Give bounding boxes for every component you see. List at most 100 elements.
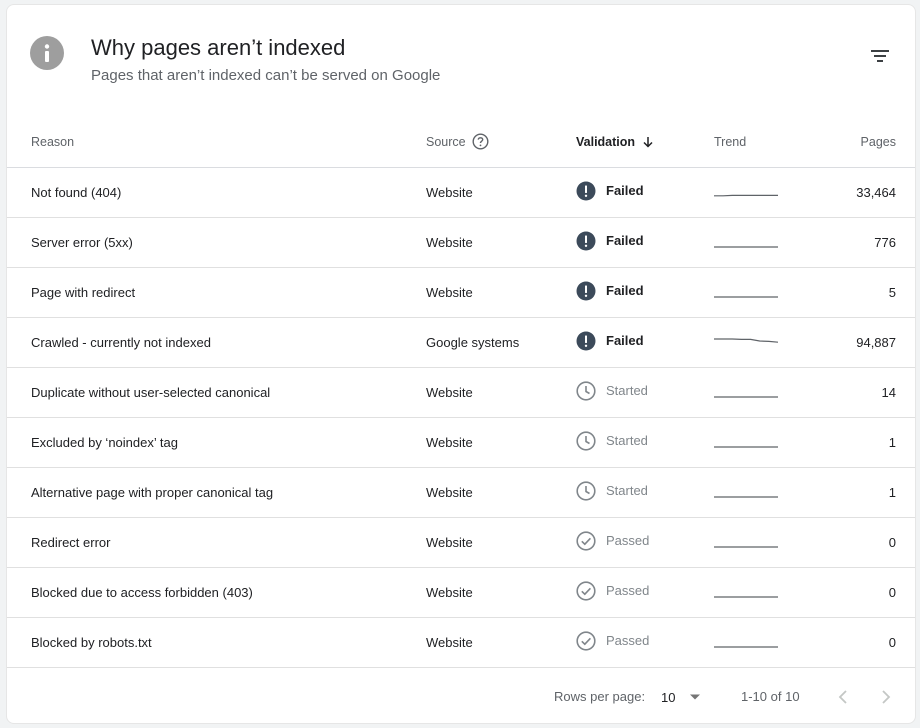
column-header-reason[interactable]: Reason xyxy=(7,117,402,168)
trend-sparkline xyxy=(714,396,778,398)
reason-cell: Crawled - currently not indexed xyxy=(7,317,402,368)
card-title: Why pages aren’t indexed xyxy=(91,35,346,60)
reason-cell: Redirect error xyxy=(7,517,402,568)
source-label: Website xyxy=(426,584,473,600)
reason-label: Server error (5xx) xyxy=(31,234,133,250)
pages-count: 776 xyxy=(874,234,896,250)
validation-status: Started xyxy=(576,380,648,401)
clock-icon xyxy=(576,380,596,401)
validation-status: Passed xyxy=(576,530,649,551)
pages-cell: 5 xyxy=(800,267,915,318)
validation-cell: Started xyxy=(552,467,690,518)
table-row[interactable]: Redirect error Website Passed 0 xyxy=(7,517,915,568)
trend-cell xyxy=(690,317,800,368)
pages-count: 1 xyxy=(888,434,896,450)
table-row[interactable]: Not found (404) Website Failed 33,464 xyxy=(7,167,915,218)
validation-label: Started xyxy=(606,433,648,448)
source-cell: Website xyxy=(402,267,552,318)
chevron-right-icon xyxy=(882,690,891,704)
arrow-down-icon xyxy=(643,136,653,148)
column-header-pages[interactable]: Pages xyxy=(800,117,915,168)
reason-cell: Page with redirect xyxy=(7,267,402,318)
validation-label: Failed xyxy=(606,233,644,248)
help-icon[interactable] xyxy=(472,133,489,150)
table-row[interactable]: Alternative page with proper canonical t… xyxy=(7,467,915,518)
pages-cell: 1 xyxy=(800,467,915,518)
table-header-row: Reason Source Validation Trend Pages xyxy=(7,117,915,168)
table-row[interactable]: Blocked due to access forbidden (403) Web… xyxy=(7,567,915,618)
validation-status: Started xyxy=(576,430,648,451)
source-label: Google systems xyxy=(426,334,520,350)
trend-sparkline xyxy=(714,596,778,598)
dropdown-arrow-icon xyxy=(690,694,701,700)
pages-count: 1 xyxy=(888,484,896,500)
source-cell: Website xyxy=(402,167,552,218)
trend-cell xyxy=(690,367,800,418)
source-label: Website xyxy=(426,634,473,650)
trend-cell xyxy=(690,617,800,668)
table-row[interactable]: Excluded by ‘noindex’ tag Website Started 1 xyxy=(7,417,915,468)
column-header-label: Validation xyxy=(576,134,636,149)
table-row[interactable]: Page with redirect Website Failed 5 xyxy=(7,267,915,318)
validation-cell: Passed xyxy=(552,517,690,568)
reason-cell: Excluded by ‘noindex’ tag xyxy=(7,417,402,468)
pages-count: 0 xyxy=(888,634,896,650)
reason-label: Page with redirect xyxy=(31,284,136,300)
trend-sparkline xyxy=(714,646,778,648)
validation-status: Passed xyxy=(576,630,650,651)
info-icon xyxy=(30,36,64,70)
validation-label: Passed xyxy=(606,633,650,648)
check-circle-icon xyxy=(576,580,596,601)
check-circle-icon xyxy=(576,630,596,651)
validation-cell: Started xyxy=(552,367,690,418)
reason-label: Duplicate without user-selected canonica… xyxy=(31,384,271,400)
filter-icon[interactable] xyxy=(869,45,891,67)
previous-page-button[interactable] xyxy=(831,685,855,709)
reason-label: Blocked by robots.txt xyxy=(31,634,152,650)
validation-cell: Passed xyxy=(552,617,690,668)
table-row[interactable]: Crawled - currently not indexed Google sy… xyxy=(7,317,915,368)
chevron-left-icon xyxy=(838,690,847,704)
pagination-bar: Rows per page: 10 1-10 of 10 xyxy=(7,673,915,723)
source-cell: Website xyxy=(402,617,552,668)
trend-cell xyxy=(690,167,800,218)
pages-cell: 14 xyxy=(800,367,915,418)
validation-cell: Failed xyxy=(552,267,690,318)
reason-cell: Alternative page with proper canonical t… xyxy=(7,467,402,518)
exclamation-circle-icon xyxy=(576,281,596,300)
reason-cell: Duplicate without user-selected canonica… xyxy=(7,367,402,418)
trend-cell xyxy=(690,467,800,518)
table-row[interactable]: Server error (5xx) Website Failed 776 xyxy=(7,217,915,268)
validation-cell: Failed xyxy=(552,317,690,368)
source-cell: Website xyxy=(402,367,552,418)
source-label: Website xyxy=(426,184,473,200)
card-header: Why pages aren’t indexed Pages that aren… xyxy=(7,5,915,105)
column-header-source[interactable]: Source xyxy=(402,117,552,168)
rows-per-page-select[interactable]: 10 xyxy=(661,685,701,709)
trend-cell xyxy=(690,267,800,318)
table-row[interactable]: Blocked by robots.txt Website Passed 0 xyxy=(7,617,915,668)
pages-count: 5 xyxy=(888,284,896,300)
clock-icon xyxy=(576,480,596,501)
column-header-trend: Trend xyxy=(690,117,800,168)
pages-cell: 94,887 xyxy=(800,317,915,368)
source-cell: Google systems xyxy=(402,317,552,368)
reason-label: Not found (404) xyxy=(31,184,122,200)
source-cell: Website xyxy=(402,567,552,618)
column-header-validation[interactable]: Validation xyxy=(552,117,690,168)
pages-cell: 0 xyxy=(800,517,915,568)
exclamation-circle-icon xyxy=(576,181,596,200)
validation-status: Failed xyxy=(576,281,644,301)
check-circle-icon xyxy=(576,530,596,551)
validation-status: Passed xyxy=(576,580,649,601)
trend-sparkline xyxy=(714,496,778,498)
validation-cell: Started xyxy=(552,417,690,468)
table-row[interactable]: Duplicate without user-selected canonica… xyxy=(7,367,915,418)
pages-count: 14 xyxy=(881,384,896,400)
pagination-range: 1-10 of 10 xyxy=(741,689,800,704)
source-cell: Website xyxy=(402,517,552,568)
next-page-button[interactable] xyxy=(874,685,898,709)
pages-count: 33,464 xyxy=(856,184,896,200)
reason-cell: Not found (404) xyxy=(7,167,402,218)
pages-count: 0 xyxy=(888,584,896,600)
